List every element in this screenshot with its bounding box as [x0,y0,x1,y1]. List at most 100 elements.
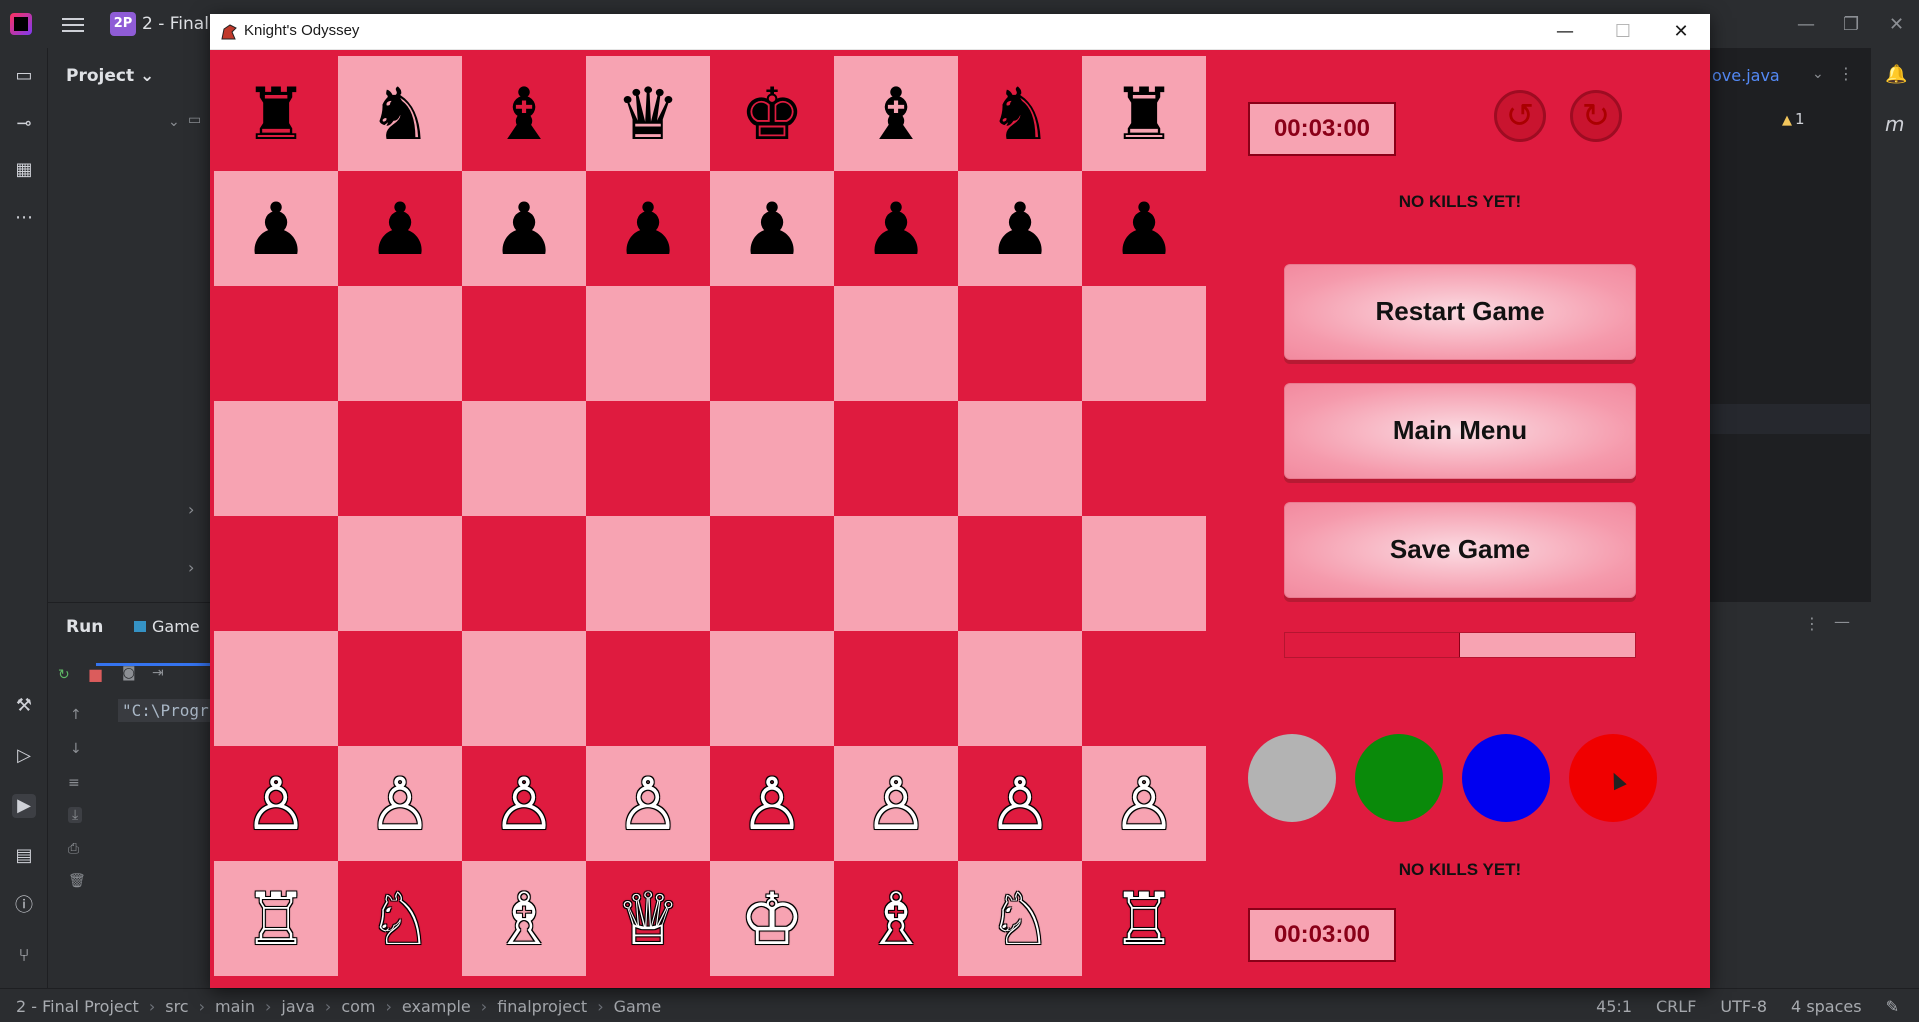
maximize-button[interactable]: ☐ [1594,14,1652,50]
white-pawn-icon[interactable]: ♙ [616,768,681,840]
black-bishop-icon[interactable]: ♝ [864,78,929,150]
board-square[interactable]: ♙ [710,746,834,861]
editor-tab[interactable]: ove.java [1712,66,1780,85]
project-name[interactable]: 2 - Final [142,14,209,34]
black-pawn-icon[interactable]: ♟ [740,193,805,265]
terminal-icon[interactable]: ▤ [12,844,36,868]
run-label[interactable]: Run [66,617,103,637]
color-swatch-green[interactable] [1355,734,1443,822]
board-square[interactable] [214,631,338,746]
board-square[interactable]: ♔ [710,861,834,976]
undo-button[interactable]: ↺ [1494,90,1546,142]
board-square[interactable] [214,286,338,401]
board-square[interactable]: ♝ [834,56,958,171]
black-rook-icon[interactable]: ♜ [1112,78,1177,150]
white-pawn-icon[interactable]: ♙ [492,768,557,840]
maven-icon[interactable]: m [1885,112,1904,136]
board-square[interactable]: ♙ [1082,746,1206,861]
board-square[interactable] [834,401,958,516]
black-pawn-icon[interactable]: ♟ [616,193,681,265]
board-square[interactable] [462,401,586,516]
main-menu-button[interactable]: Main Menu [1284,383,1636,479]
black-pawn-icon[interactable]: ♟ [492,193,557,265]
board-square[interactable]: ♟ [462,171,586,286]
color-swatch-gray[interactable] [1248,734,1336,822]
black-pawn-icon[interactable]: ♟ [368,193,433,265]
board-square[interactable] [710,286,834,401]
board-square[interactable] [338,516,462,631]
board-square[interactable]: ♙ [586,746,710,861]
board-square[interactable] [586,631,710,746]
white-pawn-icon[interactable]: ♙ [740,768,805,840]
white-pawn-icon[interactable]: ♙ [244,768,309,840]
commit-icon[interactable]: ⊸ [12,112,36,136]
board-square[interactable]: ♙ [214,746,338,861]
warning-count[interactable]: 1 [1782,110,1805,128]
board-square[interactable]: ♞ [338,56,462,171]
board-square[interactable] [710,401,834,516]
chevron-down-icon[interactable]: ⌄ [168,114,180,130]
board-square[interactable] [834,631,958,746]
board-square[interactable] [1082,516,1206,631]
board-square[interactable]: ♟ [710,171,834,286]
white-pawn-icon[interactable]: ♙ [988,768,1053,840]
board-square[interactable] [462,631,586,746]
print-icon[interactable]: ⎙ [68,841,79,857]
board-square[interactable]: ♜ [214,56,338,171]
breadcrumb-item[interactable]: 2 - Final Project [16,997,139,1016]
board-square[interactable] [338,401,462,516]
black-pawn-icon[interactable]: ♟ [1112,193,1177,265]
board-square[interactable] [834,286,958,401]
breadcrumb-item[interactable]: example [402,997,471,1016]
lock-icon[interactable]: ✎ [1886,997,1899,1016]
breadcrumb-item[interactable]: finalproject [497,997,587,1016]
breadcrumb-item[interactable]: java [281,997,315,1016]
white-bishop-icon[interactable]: ♗ [864,883,929,955]
board-square[interactable]: ♟ [586,171,710,286]
board-square[interactable] [338,286,462,401]
line-separator[interactable]: CRLF [1656,997,1696,1016]
scroll-down-icon[interactable]: ↓ [70,741,82,757]
board-square[interactable]: ♖ [214,861,338,976]
board-square[interactable] [462,286,586,401]
breadcrumb-item[interactable]: Game [614,997,662,1016]
window-titlebar[interactable]: Knight's Odyssey — ☐ ✕ [210,14,1710,50]
rerun-icon[interactable]: ↻ [58,667,70,683]
board-square[interactable]: ♞ [958,56,1082,171]
black-rook-icon[interactable]: ♜ [244,78,309,150]
stop-icon[interactable]: ■ [88,665,103,684]
board-square[interactable]: ♗ [834,861,958,976]
cursor-position[interactable]: 45:1 [1596,997,1632,1016]
ide-maximize-icon[interactable]: ❐ [1843,14,1859,35]
board-square[interactable]: ♟ [1082,171,1206,286]
minimize-button[interactable]: — [1536,14,1594,50]
board-square[interactable] [1082,286,1206,401]
black-pawn-icon[interactable]: ♟ [244,193,309,265]
board-square[interactable] [338,631,462,746]
board-square[interactable]: ♙ [958,746,1082,861]
more-icon[interactable]: ⋯ [12,206,36,230]
close-button[interactable]: ✕ [1652,14,1710,50]
board-square[interactable]: ♟ [958,171,1082,286]
black-queen-icon[interactable]: ♛ [616,78,681,150]
board-square[interactable] [710,516,834,631]
white-queen-icon[interactable]: ♕ [616,883,681,955]
hide-icon[interactable]: — [1834,612,1850,631]
breadcrumb-item[interactable]: src [165,997,188,1016]
run-icon[interactable]: ▶ [12,794,36,818]
board-square[interactable]: ♘ [958,861,1082,976]
board-square[interactable] [958,401,1082,516]
redo-button[interactable]: ↻ [1570,90,1622,142]
board-square[interactable] [958,516,1082,631]
structure-icon[interactable]: ▦ [12,158,36,182]
board-square[interactable] [586,401,710,516]
ide-minimize-icon[interactable]: — [1797,14,1815,35]
save-game-button[interactable]: Save Game [1284,502,1636,598]
black-pawn-icon[interactable]: ♟ [988,193,1053,265]
board-square[interactable] [834,516,958,631]
board-square[interactable] [214,401,338,516]
white-king-icon[interactable]: ♔ [740,883,805,955]
services-icon[interactable]: ▷ [12,744,36,768]
kebab-icon[interactable]: ⋮ [1838,64,1854,83]
board-square[interactable] [1082,631,1206,746]
